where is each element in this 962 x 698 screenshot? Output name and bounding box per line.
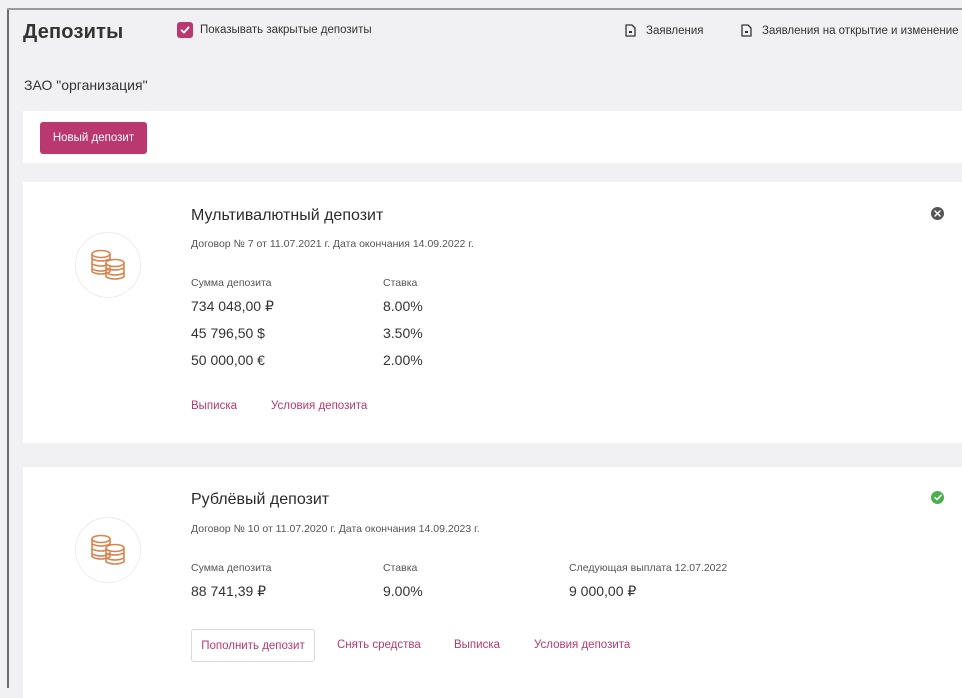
deposits-page: Депозиты Показывать закрытые депозиты За…: [9, 10, 962, 698]
checkbox-checked-icon[interactable]: [177, 22, 193, 38]
page-title: Депозиты: [23, 20, 124, 43]
amount-header: Сумма депозита: [191, 277, 272, 289]
organization-name: ЗАО "организация": [24, 77, 148, 93]
next-payout-amount: 9 000,00 ₽: [569, 583, 637, 599]
deposit-amount: 50 000,00 €: [191, 352, 265, 368]
top-up-deposit-button[interactable]: Пополнить депозит: [191, 629, 315, 662]
rate-header: Ставка: [383, 277, 418, 289]
deposit-terms-link[interactable]: Условия депозита: [534, 639, 630, 651]
show-closed-deposits-toggle[interactable]: Показывать закрытые депозиты: [177, 22, 372, 38]
deposit-amount: 45 796,50 $: [191, 325, 265, 341]
deposit-terms-link[interactable]: Условия депозита: [271, 400, 367, 412]
withdraw-funds-link[interactable]: Снять средства: [337, 639, 421, 651]
amount-header: Сумма депозита: [191, 562, 272, 574]
deposit-amount: 88 741,39 ₽: [191, 583, 267, 599]
contract-info: Договор № 7 от 11.07.2021 г. Дата оконча…: [191, 238, 474, 250]
toolbar: Новый депозит: [23, 111, 962, 163]
coins-icon: [75, 517, 141, 583]
page-header: Депозиты Показывать закрытые депозиты За…: [23, 18, 962, 46]
deposit-card: Рублёвый депозит Договор № 10 от 11.07.2…: [23, 467, 962, 698]
rate-header: Ставка: [383, 562, 418, 574]
close-circle-icon[interactable]: [931, 207, 944, 220]
document-icon: [741, 24, 752, 37]
deposit-card: Мультивалютный депозит Договор № 7 от 11…: [23, 182, 962, 443]
statements-link[interactable]: Заявления: [625, 24, 704, 37]
deposit-rate: 2.00%: [383, 352, 423, 368]
deposit-title: Рублёвый депозит: [191, 491, 330, 508]
document-icon: [625, 24, 636, 37]
deposit-rate: 8.00%: [383, 298, 423, 314]
deposit-amount: 734 048,00 ₽: [191, 298, 274, 314]
coins-icon: [75, 232, 141, 298]
deposit-title: Мультивалютный депозит: [191, 207, 384, 224]
next-payout-header: Следующая выплата 12.07.2022: [569, 562, 728, 574]
open-change-statements-link[interactable]: Заявления на открытие и изменение: [741, 24, 959, 37]
statement-link[interactable]: Выписка: [454, 639, 500, 651]
statement-link[interactable]: Выписка: [191, 400, 237, 412]
open-change-statements-label[interactable]: Заявления на открытие и изменение: [762, 25, 959, 37]
check-circle-icon: [931, 491, 944, 504]
deposit-rate: 3.50%: [383, 325, 423, 341]
show-closed-deposits-label[interactable]: Показывать закрытые депозиты: [200, 24, 372, 36]
statements-link-label[interactable]: Заявления: [646, 25, 704, 37]
new-deposit-button[interactable]: Новый депозит: [40, 122, 147, 154]
contract-info: Договор № 10 от 11.07.2020 г. Дата оконч…: [191, 523, 480, 535]
deposit-rate: 9.00%: [383, 583, 423, 599]
